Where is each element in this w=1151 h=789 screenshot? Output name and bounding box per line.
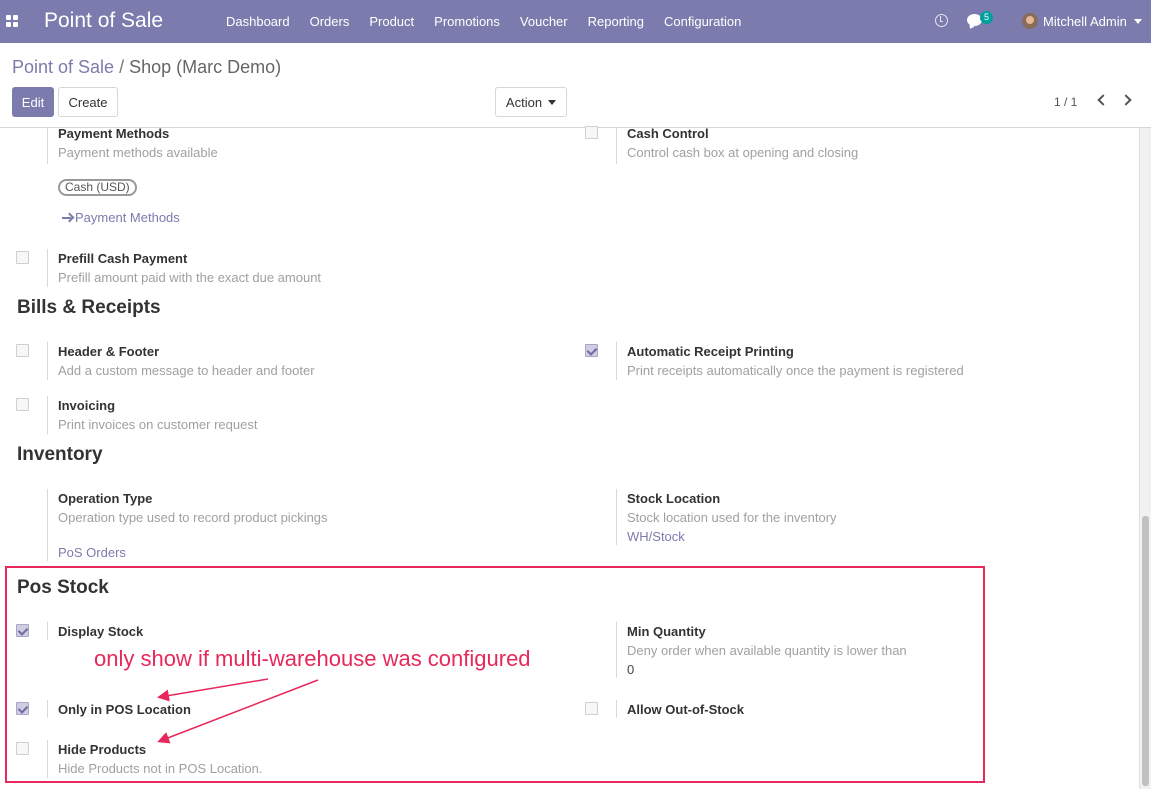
prefill-cash-title: Prefill Cash Payment bbox=[58, 251, 188, 266]
payment-method-tag[interactable]: Cash (USD) bbox=[58, 179, 137, 196]
top-navbar: Point of Sale Dashboard Orders Product P… bbox=[0, 0, 1151, 43]
action-label: Action bbox=[505, 94, 543, 110]
apps-menu-icon[interactable] bbox=[6, 15, 19, 27]
prefill-cash-desc: Prefill amount paid with the exact due a… bbox=[58, 270, 322, 285]
breadcrumb: Point of Sale / Shop (Marc Demo) bbox=[12, 57, 281, 78]
invoicing-title: Invoicing bbox=[58, 398, 116, 413]
invoicing-checkbox[interactable] bbox=[16, 398, 29, 411]
breadcrumb-separator: / bbox=[119, 57, 125, 77]
menu-promotions[interactable]: Promotions bbox=[424, 0, 510, 43]
bills-receipts-heading: Bills & Receipts bbox=[17, 297, 161, 318]
create-button[interactable]: Create bbox=[58, 87, 118, 117]
operation-type-desc: Operation type used to record product pi… bbox=[58, 510, 328, 525]
setting-divider bbox=[616, 489, 617, 545]
control-panel-divider bbox=[0, 127, 1151, 128]
user-menu[interactable]: Mitchell Admin bbox=[1043, 14, 1127, 29]
operation-type-value[interactable]: PoS Orders bbox=[58, 545, 126, 560]
scrollbar-thumb[interactable] bbox=[1142, 516, 1149, 786]
payment-methods-link[interactable]: Payment Methods bbox=[75, 210, 180, 225]
auto-receipt-checkbox[interactable] bbox=[585, 344, 598, 357]
payment-methods-desc: Payment methods available bbox=[58, 145, 218, 160]
highlight-box bbox=[5, 566, 985, 783]
app-brand[interactable]: Point of Sale bbox=[44, 9, 163, 33]
user-caret-icon[interactable] bbox=[1134, 19, 1142, 24]
menu-product[interactable]: Product bbox=[359, 0, 424, 43]
cash-control-title: Cash Control bbox=[627, 126, 709, 141]
action-dropdown[interactable]: Action bbox=[495, 87, 567, 117]
main-menu: Dashboard Orders Product Promotions Vouc… bbox=[216, 0, 751, 43]
menu-dashboard[interactable]: Dashboard bbox=[216, 0, 300, 43]
auto-receipt-desc: Print receipts automatically once the pa… bbox=[627, 363, 964, 378]
menu-orders[interactable]: Orders bbox=[300, 0, 360, 43]
auto-receipt-title: Automatic Receipt Printing bbox=[627, 344, 794, 359]
breadcrumb-parent[interactable]: Point of Sale bbox=[12, 57, 114, 77]
prefill-cash-checkbox[interactable] bbox=[16, 251, 29, 264]
header-footer-checkbox[interactable] bbox=[16, 344, 29, 357]
breadcrumb-current: Shop (Marc Demo) bbox=[129, 57, 282, 77]
setting-divider bbox=[47, 128, 48, 164]
annotation-text: only show if multi-warehouse was configu… bbox=[94, 646, 531, 671]
stock-location-desc: Stock location used for the inventory bbox=[627, 510, 837, 525]
setting-divider bbox=[616, 128, 617, 164]
header-footer-desc: Add a custom message to header and foote… bbox=[58, 363, 315, 378]
activity-clock-icon[interactable] bbox=[935, 14, 948, 27]
chevron-left-icon[interactable] bbox=[1097, 94, 1109, 106]
operation-type-title: Operation Type bbox=[58, 491, 153, 506]
inventory-heading: Inventory bbox=[17, 444, 103, 465]
setting-divider bbox=[47, 249, 48, 287]
user-avatar[interactable] bbox=[1022, 13, 1038, 29]
menu-voucher[interactable]: Voucher bbox=[510, 0, 578, 43]
cash-control-checkbox[interactable] bbox=[585, 126, 598, 139]
stock-location-value[interactable]: WH/Stock bbox=[627, 529, 685, 544]
menu-reporting[interactable]: Reporting bbox=[578, 0, 654, 43]
edit-button[interactable]: Edit bbox=[12, 87, 54, 117]
invoicing-desc: Print invoices on customer request bbox=[58, 417, 258, 432]
setting-divider bbox=[47, 489, 48, 561]
chat-count-badge: 5 bbox=[980, 11, 994, 24]
payment-methods-title: Payment Methods bbox=[58, 126, 170, 141]
header-footer-title: Header & Footer bbox=[58, 344, 160, 359]
menu-configuration[interactable]: Configuration bbox=[654, 0, 751, 43]
caret-down-icon bbox=[548, 99, 557, 105]
setting-divider bbox=[616, 342, 617, 380]
setting-divider bbox=[47, 342, 48, 380]
setting-divider bbox=[47, 396, 48, 434]
pager-value[interactable]: 1 / 1 bbox=[1054, 95, 1077, 109]
arrow-right-icon[interactable] bbox=[62, 213, 73, 223]
cash-control-desc: Control cash box at opening and closing bbox=[627, 145, 859, 160]
stock-location-title: Stock Location bbox=[627, 491, 721, 506]
chevron-right-icon[interactable] bbox=[1120, 94, 1132, 106]
